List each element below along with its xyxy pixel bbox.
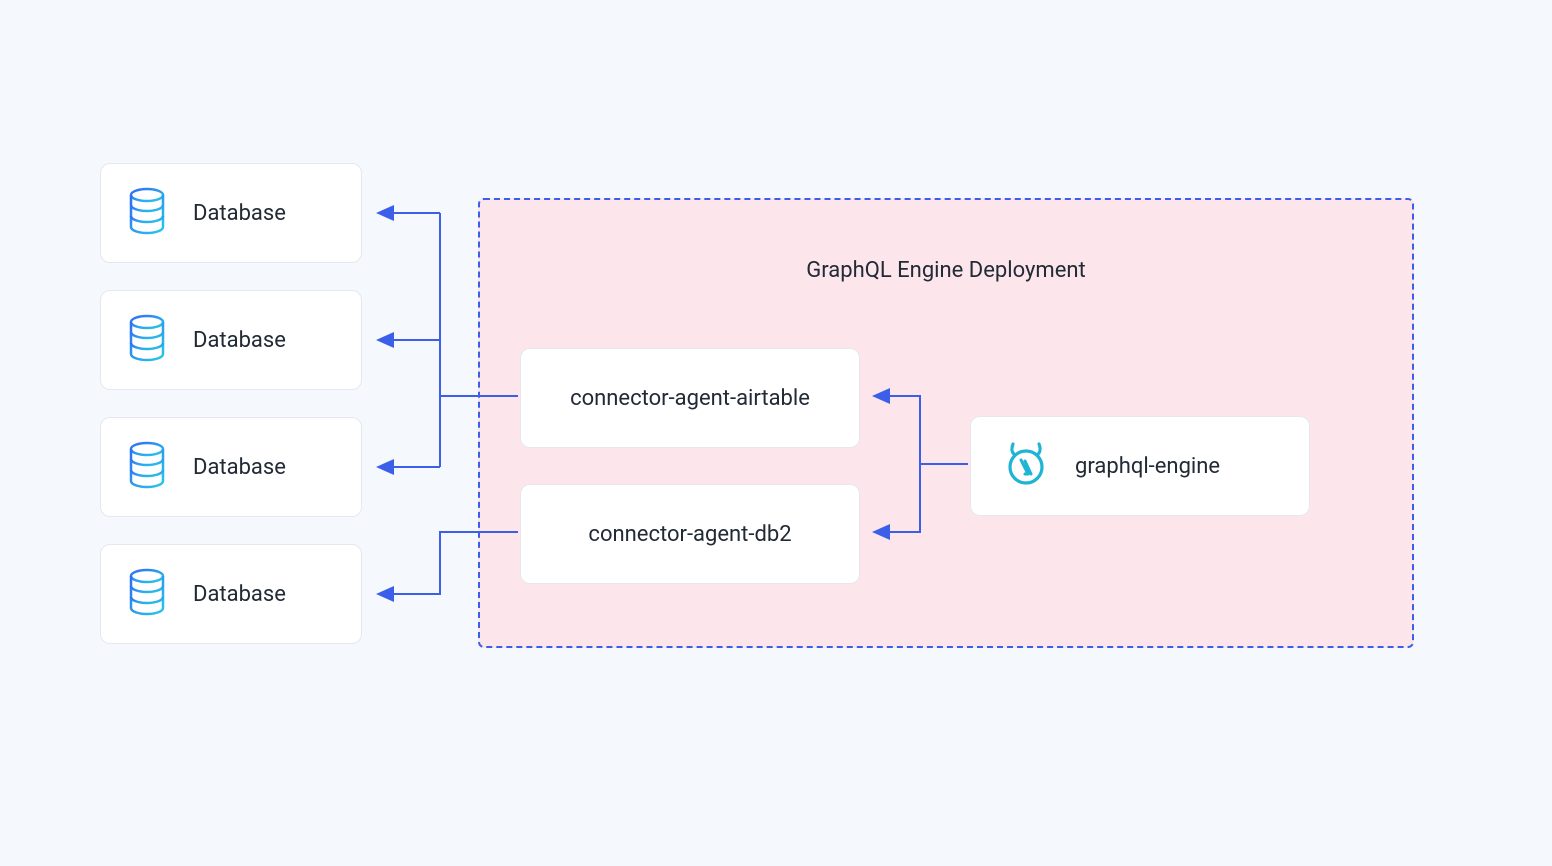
connector-box-db2: connector-agent-db2 — [520, 484, 860, 584]
deployment-container: GraphQL Engine Deployment connector-agen… — [478, 198, 1414, 648]
database-label: Database — [193, 201, 286, 226]
database-box-3: Database — [100, 417, 362, 517]
database-icon — [127, 568, 167, 620]
hasura-logo-icon — [1001, 439, 1051, 493]
database-box-4: Database — [100, 544, 362, 644]
connector-label: connector-agent-airtable — [570, 386, 810, 411]
database-icon — [127, 187, 167, 239]
database-label: Database — [193, 582, 286, 607]
database-label: Database — [193, 455, 286, 480]
engine-label: graphql-engine — [1075, 454, 1220, 479]
deployment-title: GraphQL Engine Deployment — [480, 258, 1412, 283]
database-label: Database — [193, 328, 286, 353]
connector-box-airtable: connector-agent-airtable — [520, 348, 860, 448]
connector-label: connector-agent-db2 — [588, 522, 791, 547]
graphql-engine-box: graphql-engine — [970, 416, 1310, 516]
database-box-1: Database — [100, 163, 362, 263]
database-icon — [127, 314, 167, 366]
database-icon — [127, 441, 167, 493]
database-box-2: Database — [100, 290, 362, 390]
